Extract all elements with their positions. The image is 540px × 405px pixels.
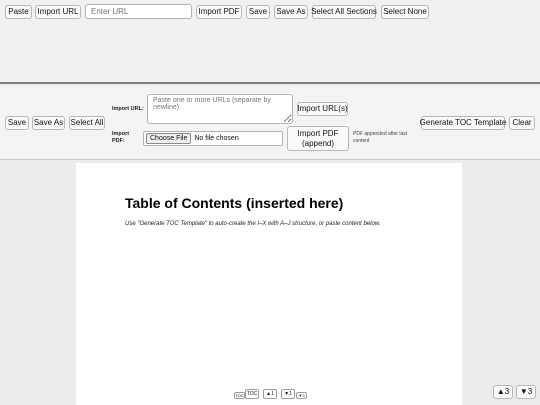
- page-title: Table of Contents (inserted here): [125, 195, 344, 211]
- file-input[interactable]: Choose File No file chosen: [143, 131, 283, 146]
- top-toolbar: Paste Import URL Import PDF Save Save As…: [0, 0, 540, 84]
- save-as-button[interactable]: Save As: [274, 5, 308, 19]
- save-button[interactable]: Save: [246, 5, 270, 19]
- select-none-button[interactable]: Select None: [381, 5, 429, 19]
- clear-button[interactable]: Clear: [509, 116, 535, 130]
- toolbar-save-as-button[interactable]: Save As: [32, 116, 65, 130]
- import-url-label: Import URL:: [112, 106, 144, 112]
- pdf-append-note: PDF appended after last content: [353, 131, 408, 144]
- select-all-sections-button[interactable]: Select All Sections: [311, 5, 377, 19]
- select-all-button[interactable]: Select All: [69, 116, 105, 130]
- import-pdf-append-button[interactable]: Import PDF (append): [287, 126, 349, 151]
- import-pdf-button[interactable]: Import PDF: [196, 5, 242, 19]
- import-urls-button[interactable]: Import URL(s): [297, 102, 348, 116]
- toc-hint-text: Use "Generate TOC Template" to auto-crea…: [125, 221, 381, 227]
- down-1-button[interactable]: ▼1: [281, 389, 295, 399]
- up-1-button[interactable]: ▲1: [263, 389, 277, 399]
- toolbar-save-button[interactable]: Save: [5, 116, 29, 130]
- toc-nav-button[interactable]: TOC: [245, 389, 259, 399]
- toc-mini-button[interactable]: TOC: [234, 392, 245, 399]
- import-url-button[interactable]: Import URL: [35, 5, 81, 19]
- import-pdf-label: Import PDF:: [112, 131, 130, 145]
- file-status: No file chosen: [194, 135, 239, 142]
- up-3-button[interactable]: ▲3: [493, 385, 513, 399]
- down-3-button[interactable]: ▼3: [516, 385, 536, 399]
- choose-file-button[interactable]: Choose File: [146, 133, 192, 144]
- url-textarea[interactable]: [147, 94, 293, 124]
- down-3-mini-button[interactable]: ▼3: [296, 392, 307, 399]
- generate-toc-button[interactable]: Generate TOC Template: [420, 116, 506, 130]
- paste-button[interactable]: Paste: [5, 5, 32, 19]
- url-input[interactable]: [85, 4, 192, 19]
